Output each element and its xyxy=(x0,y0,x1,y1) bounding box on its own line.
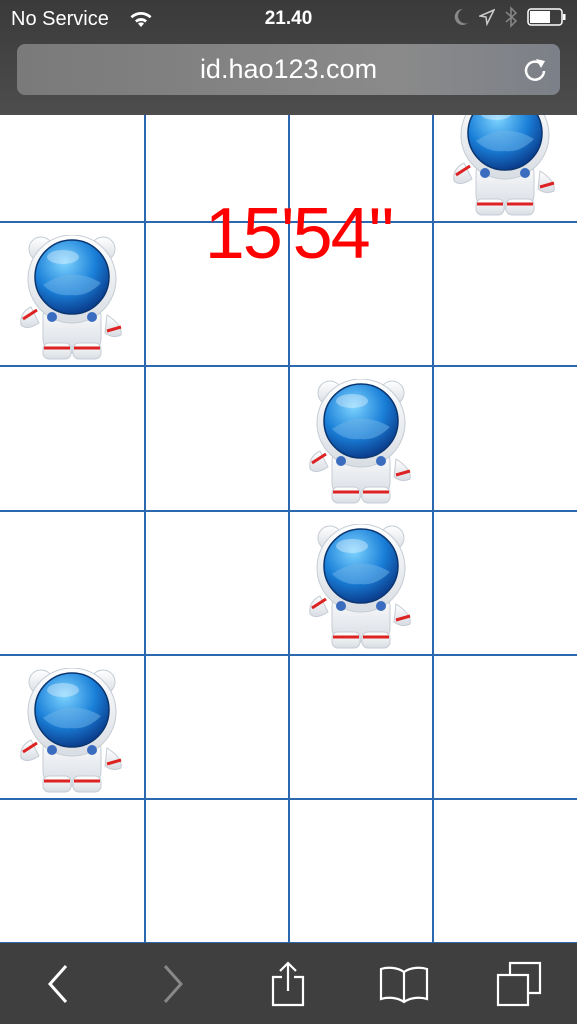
back-icon xyxy=(47,964,67,1003)
grid-cell[interactable] xyxy=(0,799,144,943)
grid-cell[interactable] xyxy=(0,366,144,510)
tabs-button[interactable] xyxy=(489,954,549,1014)
grid-cell[interactable] xyxy=(433,366,577,510)
battery-icon xyxy=(527,8,566,26)
grid-cell[interactable] xyxy=(289,655,433,799)
timer: 15'54" xyxy=(204,194,394,274)
back-button[interactable] xyxy=(28,954,88,1014)
reload-icon[interactable] xyxy=(522,56,548,84)
browser-toolbar xyxy=(0,943,577,1024)
grid-cell[interactable] xyxy=(0,511,144,655)
bookmarks-button[interactable] xyxy=(374,954,434,1014)
share-icon xyxy=(272,960,305,1006)
grid-cell[interactable] xyxy=(144,655,288,799)
grid-cell[interactable] xyxy=(144,799,288,943)
grid-cell[interactable] xyxy=(144,366,288,510)
tabs-icon xyxy=(497,961,542,1006)
grid-cell[interactable] xyxy=(289,366,433,510)
grid-cell[interactable] xyxy=(144,511,288,655)
astronaut-icon[interactable] xyxy=(306,523,412,650)
grid-cell[interactable] xyxy=(433,511,577,655)
forward-button[interactable] xyxy=(143,954,203,1014)
grid-cell[interactable] xyxy=(433,799,577,943)
grid-cell[interactable] xyxy=(433,655,577,799)
forward-icon xyxy=(163,964,184,1003)
bookmarks-icon xyxy=(379,966,428,1003)
grid-cell[interactable] xyxy=(289,511,433,655)
url-text: id.hao123.com xyxy=(199,54,378,84)
astronaut-icon[interactable] xyxy=(306,378,412,505)
address-bar[interactable]: id.hao123.com xyxy=(17,44,560,95)
bluetooth-icon xyxy=(505,6,517,28)
grid-cell[interactable] xyxy=(0,655,144,799)
browser-chrome: No Service 21.40 id.hao123.com xyxy=(0,0,577,115)
location-icon xyxy=(479,8,495,26)
moon-icon xyxy=(454,8,468,25)
share-button[interactable] xyxy=(258,954,318,1014)
astronaut-icon[interactable] xyxy=(17,667,123,794)
grid-cell[interactable] xyxy=(289,799,433,943)
